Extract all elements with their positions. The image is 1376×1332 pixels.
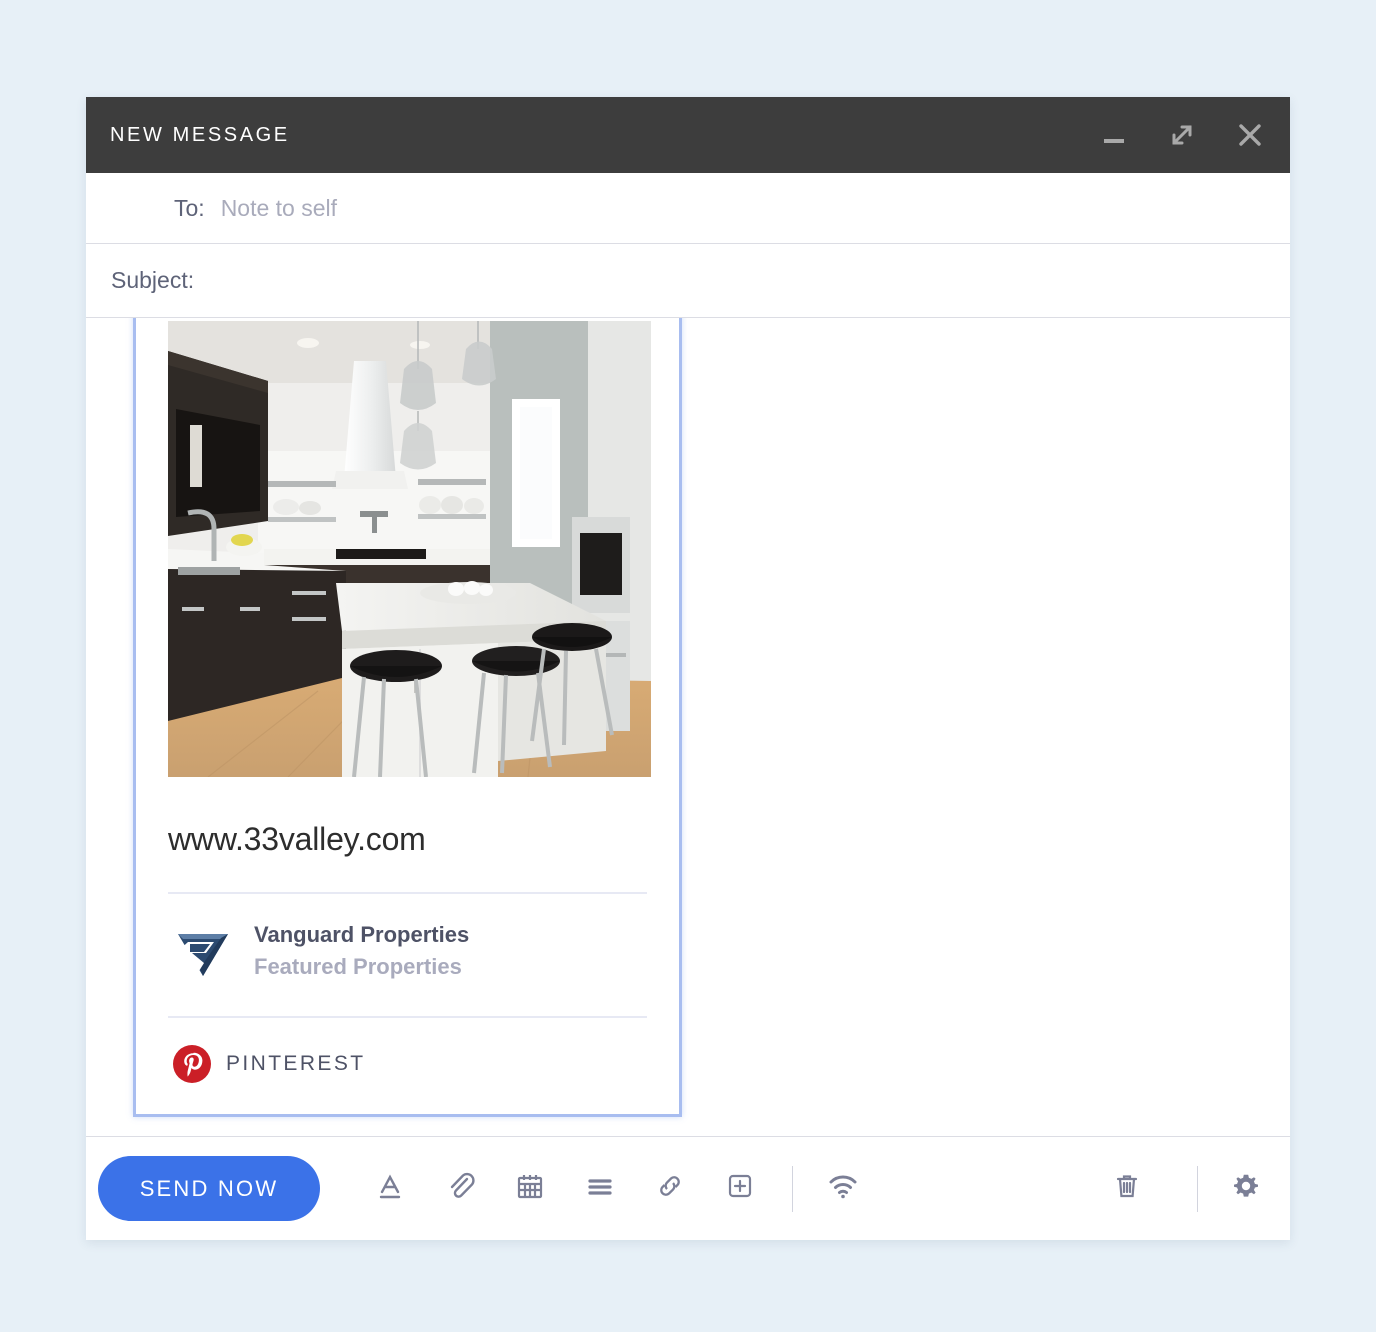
message-body[interactable]: www.33valley.com Vanguard Properties Fea… (86, 318, 1290, 1136)
page-title: NEW MESSAGE (110, 123, 290, 146)
link-icon (654, 1170, 686, 1207)
pin-card[interactable]: www.33valley.com Vanguard Properties Fea… (133, 318, 682, 1117)
attachment-button[interactable] (438, 1167, 482, 1211)
close-icon (1236, 121, 1264, 149)
subject-field-row[interactable]: Subject: (86, 244, 1290, 318)
subject-label: Subject: (111, 267, 195, 293)
window-controls (1094, 97, 1270, 173)
kitchen-photo (168, 321, 651, 777)
brand-text: Vanguard Properties Featured Properties (254, 922, 469, 980)
pinterest-label: PINTEREST (226, 1052, 366, 1075)
minimize-button[interactable] (1094, 115, 1134, 155)
calendar-button[interactable] (508, 1167, 552, 1211)
settings-button[interactable] (1224, 1167, 1268, 1211)
link-button[interactable] (648, 1167, 692, 1211)
brand-row[interactable]: Vanguard Properties Featured Properties (136, 894, 679, 982)
pin-image-container (136, 318, 679, 777)
compose-toolbar: SEND NOW (86, 1136, 1290, 1240)
vanguard-triangle-logo-icon (172, 920, 234, 982)
add-box-icon (724, 1170, 756, 1207)
compose-window: NEW MESSAGE To: Note to self Subject: ww… (86, 97, 1290, 1240)
pin-url[interactable]: www.33valley.com (136, 777, 679, 858)
attachment-icon (444, 1170, 476, 1207)
formatting-tools (368, 1167, 762, 1211)
wifi-button[interactable] (821, 1167, 865, 1211)
pinterest-icon (172, 1044, 212, 1084)
text-format-button[interactable] (368, 1167, 412, 1211)
gear-icon (1230, 1170, 1262, 1207)
to-input[interactable]: Note to self (221, 195, 337, 222)
wifi-icon (826, 1169, 860, 1208)
add-box-button[interactable] (718, 1167, 762, 1211)
to-label: To: (174, 194, 205, 221)
brand-name: Vanguard Properties (254, 922, 470, 947)
calendar-icon (514, 1170, 546, 1207)
discard-button[interactable] (1105, 1167, 1149, 1211)
expand-button[interactable] (1162, 115, 1202, 155)
list-icon (584, 1170, 616, 1207)
pinterest-source-row[interactable]: PINTEREST (136, 1018, 679, 1084)
trash-icon (1111, 1170, 1143, 1207)
expand-icon (1167, 120, 1197, 150)
text-format-icon (374, 1170, 406, 1207)
to-field-row[interactable]: To: Note to self (86, 173, 1290, 244)
list-button[interactable] (578, 1167, 622, 1211)
window-title-bar: NEW MESSAGE (86, 97, 1290, 173)
send-now-button[interactable]: SEND NOW (98, 1156, 320, 1221)
brand-subtitle: Featured Properties (254, 954, 462, 979)
close-button[interactable] (1230, 115, 1270, 155)
toolbar-divider-right (1197, 1165, 1198, 1212)
toolbar-divider-left (792, 1165, 793, 1212)
minimize-icon (1100, 121, 1128, 149)
